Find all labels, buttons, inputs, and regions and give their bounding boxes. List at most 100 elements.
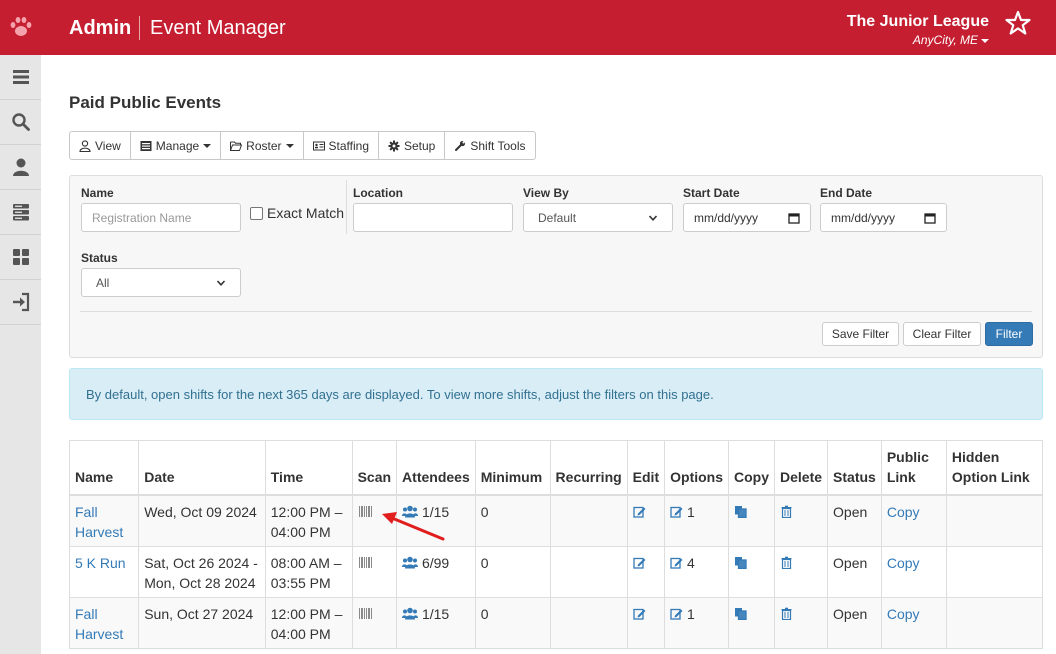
roster-dropdown-button[interactable]: Roster <box>220 131 304 160</box>
cell-date: Sat, Oct 26 2024 - Mon, Oct 28 2024 <box>138 545 266 598</box>
header-name[interactable]: Name <box>68 440 140 496</box>
event-name-link[interactable]: Fall Harvest <box>75 606 123 642</box>
header-scan: Scan <box>351 440 398 496</box>
header-hidden-option-link: Hidden Option Link <box>945 440 1044 496</box>
event-time-line1: 08:00 AM – <box>270 554 342 571</box>
shift-tools-button[interactable]: Shift Tools <box>444 131 536 160</box>
attendees-link[interactable]: 1/15 <box>402 606 449 622</box>
cell-date: Wed, Oct 09 2024 <box>138 494 266 547</box>
public-link-copy[interactable]: Copy <box>887 504 920 520</box>
barcode-icon[interactable] <box>358 556 374 569</box>
trash-icon[interactable] <box>780 505 793 518</box>
sidebar-item-server[interactable] <box>0 190 41 235</box>
folder-open-icon <box>230 141 243 151</box>
annotation-arrow-icon <box>382 512 445 541</box>
setup-button[interactable]: Setup <box>378 131 446 160</box>
calendar-icon[interactable] <box>924 212 936 224</box>
view-button[interactable]: View <box>69 131 131 160</box>
user-icon <box>12 158 29 176</box>
cell-status: Open <box>827 545 882 598</box>
clear-filter-button[interactable]: Clear Filter <box>903 322 981 346</box>
sidebar-item-search[interactable] <box>0 100 41 145</box>
options-count: 1 <box>687 504 695 520</box>
org-city: AnyCity, ME <box>912 33 978 47</box>
options-count: 4 <box>687 554 695 571</box>
sidebar-item-sign-out[interactable] <box>0 280 41 325</box>
event-name-line2: Harvest <box>75 524 124 540</box>
event-name-link[interactable]: 5 K Run <box>75 555 126 571</box>
save-filter-button[interactable]: Save Filter <box>822 322 899 346</box>
barcode-icon[interactable] <box>358 607 374 620</box>
chevron-down-icon <box>216 279 226 286</box>
event-name-line2: Harvest <box>75 625 124 642</box>
view-by-label: View By <box>523 186 569 200</box>
event-time-line1: 12:00 PM – <box>270 504 343 520</box>
view-by-select[interactable]: Default <box>523 203 673 232</box>
end-date-input[interactable]: mm/dd/yyyy <box>820 203 947 232</box>
event-name-link[interactable]: Fall Harvest <box>75 504 123 540</box>
filter-button[interactable]: Filter <box>985 322 1033 346</box>
users-icon <box>402 556 419 568</box>
info-alert: By default, open shifts for the next 365… <box>69 368 1043 420</box>
org-city-dropdown[interactable]: AnyCity, ME <box>913 33 989 47</box>
edit-icon[interactable] <box>670 607 683 620</box>
page-title: Paid Public Events <box>69 93 222 112</box>
options-link[interactable]: 4 <box>670 555 695 571</box>
header-date[interactable]: Date <box>138 440 266 496</box>
attendees-link[interactable]: 6/99 <box>402 555 449 571</box>
edit-icon[interactable] <box>670 556 683 569</box>
location-input[interactable] <box>353 203 513 232</box>
status-value: All <box>96 275 110 290</box>
cell-scan <box>351 545 398 598</box>
exact-match-checkbox[interactable]: Exact Match <box>250 205 344 221</box>
public-link-copy[interactable]: Copy <box>887 555 920 571</box>
event-time-line1: 12:00 PM – <box>270 605 343 622</box>
cell-public-link: Copy <box>880 596 947 649</box>
top-navbar: Admin Event Manager The Junior League An… <box>0 0 1056 55</box>
start-date-input[interactable]: mm/dd/yyyy <box>683 203 811 232</box>
trash-icon[interactable] <box>780 556 793 569</box>
attendees-count: 6/99 <box>421 554 450 571</box>
trash-icon[interactable] <box>780 607 793 620</box>
cell-minimum: 0 <box>474 596 551 649</box>
options-link[interactable]: 1 <box>670 606 695 622</box>
sidebar-item-grid[interactable] <box>0 235 41 280</box>
public-link-copy[interactable]: Copy <box>887 606 920 622</box>
staffing-button[interactable]: Staffing <box>302 131 379 160</box>
brand-admin[interactable]: Admin <box>69 17 131 40</box>
edit-icon[interactable] <box>633 556 646 569</box>
edit-icon[interactable] <box>633 505 646 518</box>
edit-icon[interactable] <box>633 607 646 620</box>
copy-icon[interactable] <box>734 505 747 518</box>
cell-public-link: Copy <box>880 545 947 598</box>
sidebar-item-user[interactable] <box>0 145 41 190</box>
gear-icon <box>388 140 400 151</box>
barcode-icon[interactable] <box>358 505 374 518</box>
status-select[interactable]: All <box>81 268 241 297</box>
edit-icon[interactable] <box>670 505 683 518</box>
location-label: Location <box>353 186 403 200</box>
events-table-body: Fall Harvest Wed, Oct 09 2024 12:00 PM – 04:… <box>68 494 1044 649</box>
star-icon[interactable] <box>1005 10 1031 36</box>
cell-hidden-option-link <box>945 596 1044 649</box>
cell-options: 1 <box>664 494 730 547</box>
calendar-icon[interactable] <box>788 212 800 224</box>
filter-divider <box>346 180 347 234</box>
options-link[interactable]: 1 <box>670 504 695 520</box>
exact-match-label: Exact Match <box>267 205 345 221</box>
copy-icon[interactable] <box>734 607 747 620</box>
sidebar-item-menu[interactable] <box>0 55 41 100</box>
copy-icon[interactable] <box>734 556 747 569</box>
events-table: Name Date Time Scan Attendees Minimum Re… <box>68 440 1044 649</box>
org-name: The Junior League <box>846 13 989 30</box>
manage-dropdown-button[interactable]: Manage <box>129 131 222 160</box>
paw-logo-icon[interactable] <box>8 14 34 40</box>
cell-date: Sun, Oct 27 2024 <box>138 596 266 649</box>
user-outline-icon <box>79 139 91 152</box>
name-label: Name <box>81 186 114 200</box>
event-date-line2: Mon, Oct 28 2024 <box>144 574 256 591</box>
registration-name-input[interactable] <box>81 203 241 232</box>
header-time[interactable]: Time <box>264 440 353 496</box>
event-name-line1: Fall <box>75 504 98 520</box>
checkbox-box[interactable] <box>250 206 263 220</box>
